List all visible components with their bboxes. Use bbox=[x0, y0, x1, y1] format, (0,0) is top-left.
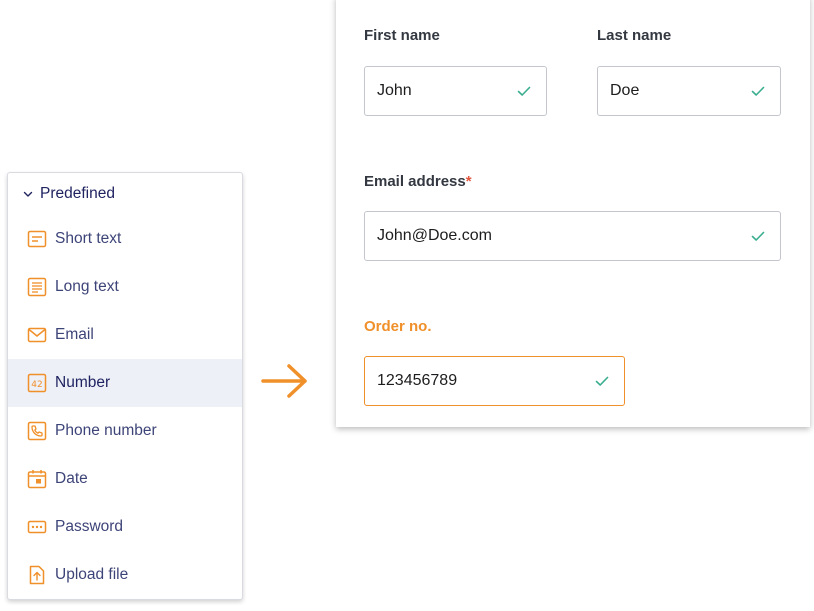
field-type-label: Email bbox=[55, 326, 94, 343]
email-value: John@Doe.com bbox=[377, 227, 492, 244]
field-type-label: Password bbox=[55, 518, 124, 535]
upload-file-icon bbox=[29, 565, 45, 585]
envelope-icon bbox=[27, 327, 47, 343]
order-number-field[interactable]: 123456789 bbox=[364, 356, 625, 406]
chevron-down-icon bbox=[23, 191, 33, 197]
predefined-group-header[interactable]: Predefined bbox=[8, 173, 242, 215]
field-type-number[interactable]: 42 Number bbox=[8, 359, 242, 407]
field-type-phone-number[interactable]: Phone number bbox=[8, 407, 242, 455]
calendar-icon bbox=[27, 470, 47, 489]
first-name-field[interactable]: John bbox=[364, 66, 547, 116]
field-type-label: Upload file bbox=[55, 566, 129, 583]
field-type-label: Short text bbox=[55, 230, 122, 247]
password-dots-icon bbox=[27, 520, 47, 534]
field-type-short-text[interactable]: Short text bbox=[8, 215, 242, 263]
field-type-label: Date bbox=[55, 470, 88, 487]
svg-text:42: 42 bbox=[31, 380, 42, 390]
check-icon bbox=[751, 231, 765, 241]
order-number-label: Order no. bbox=[364, 318, 432, 335]
required-asterisk: * bbox=[465, 173, 472, 190]
first-name-value: John bbox=[377, 82, 412, 99]
field-type-label: Phone number bbox=[55, 422, 157, 439]
last-name-label: Last name bbox=[597, 27, 672, 44]
field-type-email[interactable]: Email bbox=[8, 311, 242, 359]
field-type-panel: Predefined Short text Long text Email 42 bbox=[7, 172, 243, 600]
field-type-date[interactable]: Date bbox=[8, 455, 242, 503]
long-text-icon bbox=[27, 277, 47, 297]
field-type-label: Long text bbox=[55, 278, 119, 295]
check-icon bbox=[751, 86, 765, 96]
field-type-label: Number bbox=[55, 374, 111, 391]
email-label-text: Email address bbox=[364, 173, 466, 190]
phone-icon bbox=[27, 421, 47, 441]
last-name-field[interactable]: Doe bbox=[597, 66, 781, 116]
predefined-group-title: Predefined bbox=[40, 185, 115, 202]
field-type-long-text[interactable]: Long text bbox=[8, 263, 242, 311]
form-preview-card: First name John Last name Doe Email addr… bbox=[336, 0, 810, 427]
email-field[interactable]: John@Doe.com bbox=[364, 211, 781, 261]
check-icon bbox=[595, 376, 609, 386]
last-name-value: Doe bbox=[610, 82, 640, 99]
field-type-password[interactable]: Password bbox=[8, 503, 242, 551]
short-text-icon bbox=[27, 230, 47, 248]
email-label: Email address* bbox=[364, 173, 472, 190]
first-name-label: First name bbox=[364, 27, 440, 44]
check-icon bbox=[517, 86, 531, 96]
field-type-upload-file[interactable]: Upload file bbox=[8, 551, 242, 599]
order-number-value: 123456789 bbox=[377, 372, 458, 389]
number-42-icon: 42 bbox=[27, 373, 47, 393]
arrow-right-icon bbox=[261, 364, 307, 398]
